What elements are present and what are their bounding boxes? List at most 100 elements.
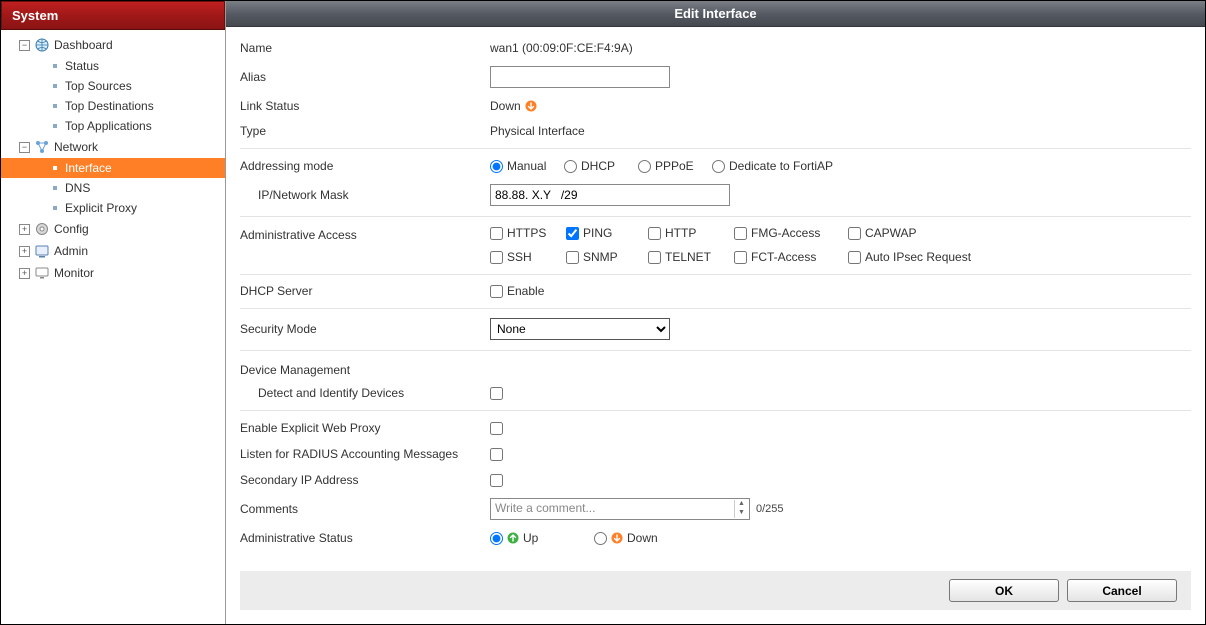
checkbox-radius[interactable]	[490, 448, 503, 461]
checkbox-dhcp-enable[interactable]	[490, 285, 503, 298]
tree-label: Monitor	[54, 266, 94, 280]
access-autoipsec[interactable]: Auto IPsec Request	[848, 250, 998, 264]
spinner-icons[interactable]: ▲▼	[734, 500, 748, 518]
ip-mask-input[interactable]	[490, 184, 730, 206]
tree-label: Interface	[65, 161, 112, 175]
tree-leaf-status[interactable]: Status	[1, 56, 225, 76]
tree-leaf-dns[interactable]: DNS	[1, 178, 225, 198]
tree-node-monitor[interactable]: + Monitor	[1, 262, 225, 284]
arrow-down-icon	[611, 532, 623, 544]
name-label: Name	[240, 41, 490, 55]
addressing-mode-fortiap[interactable]: Dedicate to FortiAP	[712, 159, 833, 173]
checkbox-ssh[interactable]	[490, 251, 503, 264]
arrow-down-icon	[525, 100, 537, 112]
tree-node-admin[interactable]: + Admin	[1, 240, 225, 262]
expand-icon[interactable]: +	[19, 268, 30, 279]
access-http[interactable]: HTTP	[648, 226, 730, 240]
admin-status-label: Administrative Status	[240, 531, 490, 545]
checkbox-capwap[interactable]	[848, 227, 861, 240]
tree-node-dashboard[interactable]: − Dashboard	[1, 34, 225, 56]
detect-devices-label: Detect and Identify Devices	[240, 386, 490, 400]
tree-label: Admin	[54, 244, 88, 258]
comments-input[interactable]: Write a comment... ▲▼	[490, 498, 750, 520]
comments-placeholder: Write a comment...	[495, 501, 595, 515]
checkbox-snmp[interactable]	[566, 251, 579, 264]
arrow-up-icon	[507, 532, 519, 544]
tree-label: Explicit Proxy	[65, 201, 137, 215]
bullet-icon	[53, 186, 57, 190]
checkbox-secondary-ip[interactable]	[490, 474, 503, 487]
network-icon	[34, 139, 50, 155]
button-bar: OK Cancel	[240, 571, 1191, 610]
bullet-icon	[53, 104, 57, 108]
admin-icon	[34, 243, 50, 259]
tree-node-network[interactable]: − Network	[1, 136, 225, 158]
checkbox-explicit-proxy[interactable]	[490, 422, 503, 435]
tree-label: Config	[54, 222, 89, 236]
addressing-mode-manual[interactable]: Manual	[490, 159, 550, 173]
radio-dhcp[interactable]	[564, 160, 577, 173]
addressing-mode-dhcp[interactable]: DHCP	[564, 159, 624, 173]
tree-leaf-interface[interactable]: Interface	[1, 158, 225, 178]
expand-icon[interactable]: +	[19, 246, 30, 257]
tree-label: DNS	[65, 181, 90, 195]
ok-button[interactable]: OK	[949, 579, 1059, 602]
collapse-icon[interactable]: −	[19, 142, 30, 153]
dhcp-enable[interactable]: Enable	[490, 284, 550, 298]
addressing-mode-pppoe[interactable]: PPPoE	[638, 159, 698, 173]
access-ssh[interactable]: SSH	[490, 250, 562, 264]
access-fmg[interactable]: FMG-Access	[734, 226, 844, 240]
radio-up[interactable]	[490, 532, 503, 545]
addressing-mode-radio-group: Manual DHCP PPPoE Dedicate to FortiAP	[490, 159, 833, 173]
checkbox-https[interactable]	[490, 227, 503, 240]
admin-status-up[interactable]: Up	[490, 531, 580, 545]
access-capwap[interactable]: CAPWAP	[848, 226, 998, 240]
bullet-icon	[53, 124, 57, 128]
tree-leaf-top-applications[interactable]: Top Applications	[1, 116, 225, 136]
expand-icon[interactable]: +	[19, 224, 30, 235]
access-fct[interactable]: FCT-Access	[734, 250, 844, 264]
link-status-label: Link Status	[240, 99, 490, 113]
checkbox-fmg[interactable]	[734, 227, 747, 240]
checkbox-http[interactable]	[648, 227, 661, 240]
ip-mask-label: IP/Network Mask	[240, 188, 490, 202]
access-https[interactable]: HTTPS	[490, 226, 562, 240]
tree-node-config[interactable]: + Config	[1, 218, 225, 240]
security-mode-select[interactable]: None	[490, 318, 670, 340]
tree-label: Top Sources	[65, 79, 132, 93]
explicit-proxy-label: Enable Explicit Web Proxy	[240, 421, 490, 435]
comments-label: Comments	[240, 502, 490, 516]
checkbox-detect-devices[interactable]	[490, 387, 503, 400]
sidebar-title: System	[1, 1, 225, 30]
checkbox-fct[interactable]	[734, 251, 747, 264]
access-snmp[interactable]: SNMP	[566, 250, 644, 264]
radio-down[interactable]	[594, 532, 607, 545]
checkbox-telnet[interactable]	[648, 251, 661, 264]
tree-leaf-top-destinations[interactable]: Top Destinations	[1, 96, 225, 116]
globe-icon	[34, 37, 50, 53]
access-ping[interactable]: PING	[566, 226, 644, 240]
tree-leaf-top-sources[interactable]: Top Sources	[1, 76, 225, 96]
link-status-value: Down	[490, 99, 521, 113]
admin-status-down[interactable]: Down	[594, 531, 658, 545]
secondary-ip-label: Secondary IP Address	[240, 473, 490, 487]
access-telnet[interactable]: TELNET	[648, 250, 730, 264]
radio-manual[interactable]	[490, 160, 503, 173]
collapse-icon[interactable]: −	[19, 40, 30, 51]
tree-leaf-explicit-proxy[interactable]: Explicit Proxy	[1, 198, 225, 218]
bullet-icon	[53, 206, 57, 210]
radio-pppoe[interactable]	[638, 160, 651, 173]
alias-input[interactable]	[490, 66, 670, 88]
name-value: wan1 (00:09:0F:CE:F4:9A)	[490, 41, 1191, 55]
type-value: Physical Interface	[490, 124, 1191, 138]
tree-label: Network	[54, 140, 98, 154]
checkbox-ping[interactable]	[566, 227, 579, 240]
edit-interface-form: Name wan1 (00:09:0F:CE:F4:9A) Alias Link…	[226, 27, 1205, 624]
checkbox-autoipsec[interactable]	[848, 251, 861, 264]
addressing-mode-label: Addressing mode	[240, 159, 490, 173]
radio-fortiap[interactable]	[712, 160, 725, 173]
main-panel: Edit Interface Name wan1 (00:09:0F:CE:F4…	[226, 1, 1205, 624]
admin-access-label: Administrative Access	[240, 226, 490, 242]
tree-label: Dashboard	[54, 38, 113, 52]
cancel-button[interactable]: Cancel	[1067, 579, 1177, 602]
